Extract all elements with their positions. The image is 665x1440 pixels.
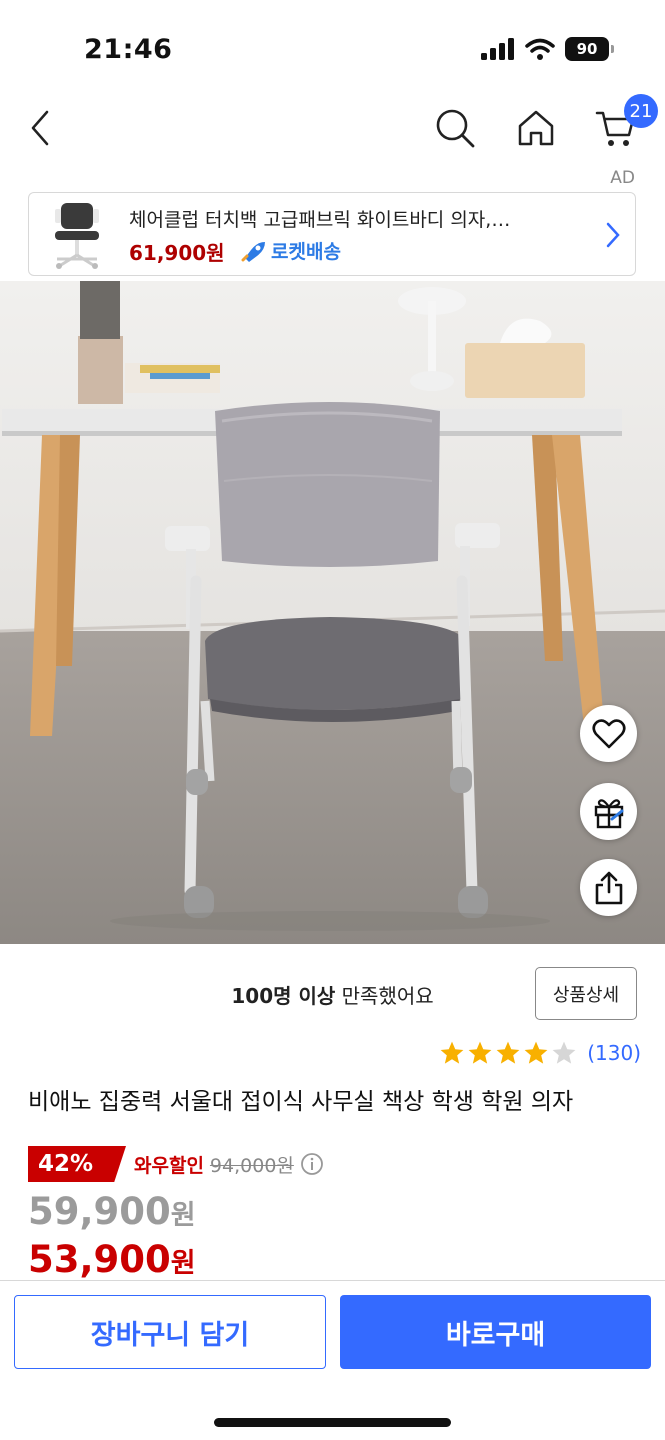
wishlist-button[interactable] (580, 705, 637, 762)
ad-title: 체어클럽 터치백 고급패브릭 화이트바디 의자,… (129, 209, 511, 231)
discount-tag: 42% (28, 1146, 126, 1182)
back-icon (31, 110, 49, 146)
nav-bar (0, 92, 665, 166)
share-button[interactable] (580, 859, 637, 916)
buy-now-button[interactable]: 바로구매 (340, 1295, 651, 1369)
rocket-delivery-label: 로켓배송 (271, 241, 341, 263)
discount-row: 42% 와우할인 94,000원 (28, 1146, 324, 1182)
share-icon (595, 871, 622, 904)
gift-icon (594, 798, 623, 828)
rocket-delivery-badge: 로켓배송 (241, 237, 341, 264)
signal-icon (481, 38, 514, 60)
regular-price: 59,900원 (28, 1190, 196, 1233)
star-icon-filled (468, 1041, 492, 1064)
sale-price-value: 53,900 (28, 1238, 171, 1281)
info-icon[interactable] (300, 1152, 324, 1176)
rocket-icon (241, 241, 265, 262)
original-price: 94,000원 (209, 1154, 294, 1177)
star-icon-empty (552, 1041, 576, 1064)
satisfaction-count: 100명 이상 (231, 984, 336, 1008)
regular-price-value: 59,900 (28, 1190, 171, 1233)
product-title: 비애노 집중력 서울대 접이식 사무실 책상 학생 학원 의자 (28, 1089, 574, 1115)
chevron-right-icon (606, 222, 620, 248)
product-detail-button[interactable]: 상품상세 (535, 967, 637, 1020)
wifi-icon (525, 38, 555, 60)
status-icons: 90 (481, 37, 614, 61)
ad-price: 61,900원 (129, 241, 225, 265)
chair-photo (0, 281, 665, 944)
ad-label: AD (610, 168, 635, 188)
satisfaction-label: 만족했어요 (335, 984, 434, 1008)
back-button[interactable] (14, 102, 66, 154)
search-icon (436, 109, 475, 148)
battery-indicator: 90 (565, 37, 614, 61)
sale-price: 53,900원 (28, 1238, 196, 1281)
review-count[interactable]: (130) (587, 1041, 641, 1065)
add-to-cart-button[interactable]: 장바구니 담기 (14, 1295, 326, 1369)
star-icon-filled (524, 1041, 548, 1064)
star-rating (439, 1040, 577, 1066)
wow-discount-label: 와우할인 (134, 1154, 204, 1177)
rating[interactable]: (130) (439, 1040, 641, 1066)
home-indicator (214, 1418, 451, 1427)
ad-thumbnail (55, 203, 99, 269)
star-icon-filled (496, 1041, 520, 1064)
sale-price-unit: 원 (170, 1248, 196, 1279)
home-button[interactable] (510, 102, 562, 154)
status-time: 21:46 (84, 34, 173, 65)
cart-count-badge: 21 (624, 94, 658, 128)
bottom-action-bar: 장바구니 담기 바로구매 (0, 1280, 665, 1440)
heart-icon (591, 718, 626, 748)
star-icon-filled (440, 1041, 464, 1064)
product-page: 21:46 90 21 AD 체어클럽 터치백 고급패브릭 화이트바디 의자,…… (0, 0, 665, 1440)
gift-button[interactable] (580, 783, 637, 840)
product-image[interactable] (0, 281, 665, 944)
search-button[interactable] (429, 102, 481, 154)
status-bar: 21:46 90 (0, 0, 665, 92)
home-icon (518, 110, 554, 146)
ad-banner[interactable]: 체어클럽 터치백 고급패브릭 화이트바디 의자,… 61,900원 로켓배송 (28, 192, 636, 276)
regular-price-unit: 원 (170, 1200, 196, 1231)
